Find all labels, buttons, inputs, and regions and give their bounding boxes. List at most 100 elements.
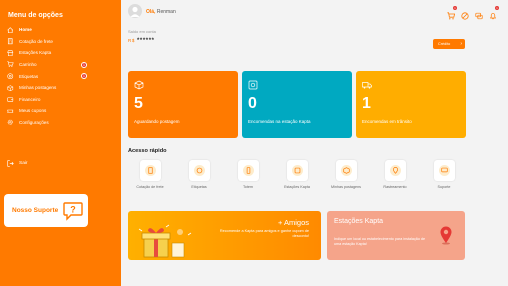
balance-label: Saldo em conta (128, 29, 156, 34)
sidebar: Menu de opções Home Cotação de frete Est… (0, 0, 121, 286)
quick-access-bar: Cotação de frete Etiquetas Totem Estaçõe… (128, 160, 474, 204)
quick-item-support[interactable]: Suporte (422, 160, 466, 189)
chat-icon (475, 12, 483, 20)
header-notifications-button[interactable]: 1 (489, 6, 499, 20)
sidebar-item-label: Estações Kapta (19, 50, 52, 56)
sidebar-item-labels[interactable]: Etiquetas 1 (0, 70, 121, 82)
cart-count-badge: 1 (453, 6, 457, 10)
map-pin-icon (440, 226, 452, 245)
quick-item-freight-quote[interactable]: Cotação de frete (128, 160, 172, 189)
sidebar-item-freight-quote[interactable]: Cotação de frete (0, 36, 121, 48)
store-icon (7, 49, 14, 56)
sidebar-item-financial[interactable]: Financeiro (0, 94, 121, 106)
friends-banner-desc: Recomende a Kapta para amigos e ganhe cu… (219, 229, 309, 238)
sidebar-item-label: Minhas postagens (19, 85, 57, 91)
balance-value: R$ ****** (128, 38, 155, 44)
cart-icon (7, 61, 14, 68)
stat-value: 1 (362, 95, 371, 112)
station-icon (248, 77, 258, 90)
package-icon (340, 165, 352, 176)
quick-item-totem[interactable]: Totem (226, 160, 270, 189)
support-card[interactable]: Nosso Suporte ? (4, 194, 88, 227)
package-icon (7, 84, 14, 91)
user-greeting: Olá, Renman (146, 9, 176, 15)
stat-label: Encomendas em trânsito (362, 119, 412, 124)
calculator-icon (144, 165, 156, 176)
sidebar-item-label: Home (19, 27, 32, 33)
quick-item-label: Etiquetas (191, 185, 207, 189)
quick-item-label: Rastreamento (383, 185, 407, 189)
sidebar-item-kapta-stations[interactable]: Estações Kapta (0, 47, 121, 59)
sidebar-item-label: Cotação de frete (19, 38, 53, 44)
labels-badge: 1 (81, 73, 87, 80)
quick-access-title: Acesso rápido (128, 148, 167, 154)
balance-amount: ****** (136, 38, 155, 44)
stat-label: Aguardando postagem (134, 119, 180, 124)
bell-icon (490, 13, 496, 20)
truck-icon (362, 77, 372, 89)
logout-label: Sair (19, 161, 28, 166)
gift-illustration (138, 224, 192, 258)
station-icon (291, 165, 303, 176)
wallet-icon (7, 96, 14, 103)
logout-icon (7, 160, 14, 167)
quick-item-my-posts[interactable]: Minhas postagens (324, 160, 368, 189)
sidebar-item-settings[interactable]: Configurações (0, 117, 121, 129)
quick-item-tracking[interactable]: Rastreamento (373, 160, 417, 189)
box-icon (134, 77, 144, 90)
header-actions: 1 1 (442, 6, 499, 20)
quick-item-label: Minhas postagens (331, 185, 361, 189)
sidebar-item-coupons[interactable]: Meus cupons (0, 105, 121, 117)
quick-item-label: Estações Kapta (284, 185, 310, 189)
sidebar-item-label: Carrinho (19, 62, 37, 68)
stat-label: Encomendas na estação Kapta (248, 119, 311, 124)
tag-icon (193, 165, 205, 176)
sidebar-item-cart[interactable]: Carrinho 1 (0, 59, 121, 71)
stat-value: 5 (134, 95, 143, 112)
cart-icon (447, 12, 456, 20)
greeting-text: Olá, (146, 9, 156, 15)
currency-symbol: R$ (128, 38, 135, 43)
sidebar-title: Menu de opções (8, 12, 63, 19)
chat-support-icon: ? (63, 201, 83, 221)
chevron-right-icon: › (460, 41, 462, 47)
tag-icon (7, 73, 14, 80)
stat-value: 0 (248, 95, 257, 112)
stat-card-at-station[interactable]: 0 Encomendas na estação Kapta (242, 71, 352, 138)
credit-button[interactable]: Crédito › (433, 39, 465, 49)
credit-button-label: Crédito (438, 42, 451, 46)
tag-icon (461, 12, 469, 20)
gear-icon (7, 119, 14, 126)
kapta-stations-banner[interactable]: Estações Kapta Indique um local ou estab… (327, 211, 465, 260)
sidebar-item-label: Meus cupons (19, 108, 47, 114)
coupon-icon (7, 107, 14, 114)
sidebar-item-label: Etiquetas (19, 73, 39, 79)
header-cart-button[interactable]: 1 (447, 6, 457, 20)
home-icon (7, 26, 14, 33)
stations-banner-desc: Indique um local ou estabelecimento para… (334, 237, 426, 246)
sidebar-item-label: Configurações (19, 120, 49, 126)
sidebar-item-my-posts[interactable]: Minhas postagens (0, 82, 121, 94)
stat-card-in-transit[interactable]: 1 Encomendas em trânsito (356, 71, 466, 138)
svg-text:?: ? (70, 204, 76, 214)
refer-friends-banner[interactable]: + Amigos Recomende a Kapta para amigos e… (128, 211, 321, 260)
sidebar-menu: Home Cotação de frete Estações Kapta Car… (0, 24, 121, 128)
sidebar-item-label: Financeiro (19, 96, 41, 102)
support-icon (438, 165, 450, 176)
calculator-icon (7, 38, 14, 45)
quick-item-labels[interactable]: Etiquetas (177, 160, 221, 189)
notifications-badge: 1 (495, 6, 499, 10)
cart-badge: 1 (81, 61, 87, 68)
totem-icon (242, 165, 254, 176)
stat-card-awaiting-post[interactable]: 5 Aguardando postagem (128, 71, 238, 138)
header-labels-button[interactable] (461, 7, 470, 20)
avatar[interactable] (128, 4, 142, 18)
sidebar-item-home[interactable]: Home (0, 24, 121, 36)
header-chat-button[interactable] (475, 7, 484, 20)
user-name: Renman (156, 9, 176, 15)
logout-button[interactable]: Sair (7, 160, 28, 167)
quick-item-label: Suporte (437, 185, 451, 189)
tracking-icon (389, 165, 401, 176)
quick-item-kapta-stations[interactable]: Estações Kapta (275, 160, 319, 189)
quick-item-label: Cotação de frete (136, 185, 164, 189)
